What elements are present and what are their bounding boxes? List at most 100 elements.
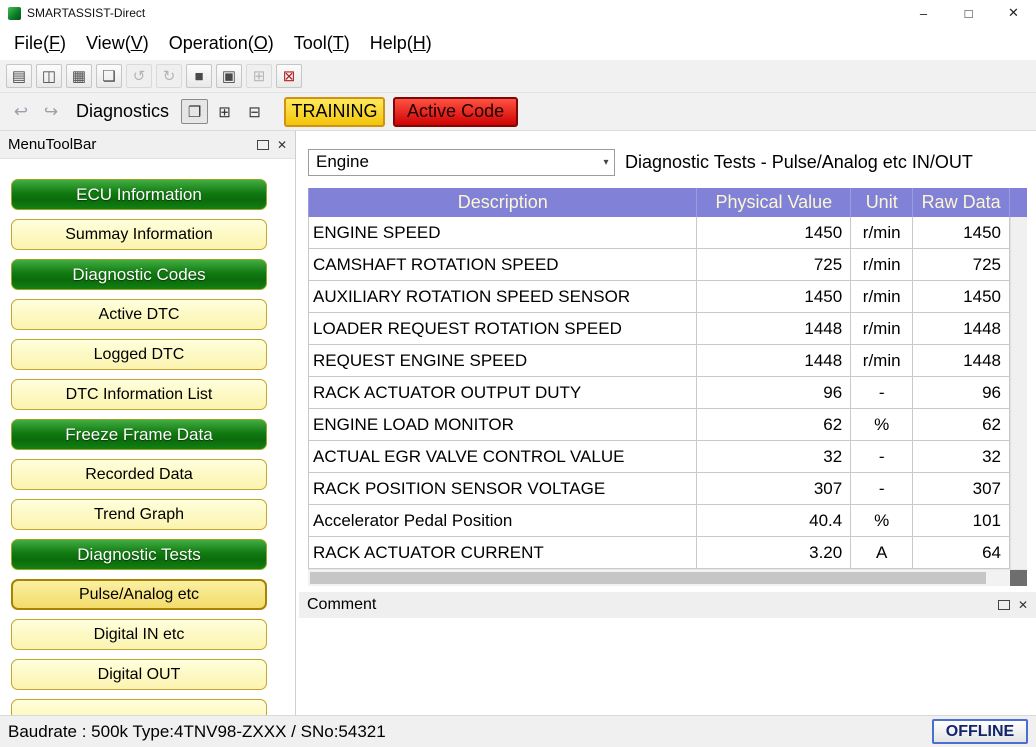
table-row[interactable]: RACK ACTUATOR CURRENT3.20A64 [309,537,1010,569]
status-bar: Baudrate : 500k Type:4TNV98-ZXXX / SNo:5… [0,715,1036,747]
menu-filef[interactable]: File(F) [4,30,76,57]
diagnostics-toolbar: ↩↪ Diagnostics ❐⊞⊟ TRAINING Active Code [0,93,1036,131]
table-row[interactable]: ENGINE LOAD MONITOR62%62 [309,409,1010,441]
vertical-scrollbar[interactable] [1010,217,1027,569]
undo-icon[interactable]: ↺ [126,64,152,88]
unit-cell: % [851,505,913,536]
sidebar-title: MenuToolBar [8,136,96,153]
raw-data-cell: 1448 [913,345,1010,376]
description-cell: LOADER REQUEST ROTATION SPEED [309,313,697,344]
description-cell: CAMSHAFT ROTATION SPEED [309,249,697,280]
system-select[interactable]: Engine ▾ [308,149,615,176]
physical-value-cell: 1448 [697,313,851,344]
raw-data-cell: 1450 [913,217,1010,248]
active-code-button[interactable]: Active Code [393,97,518,127]
close-panel-icon[interactable]: ✕ [277,139,287,151]
print-preview-icon[interactable]: ◫ [36,64,62,88]
unit-cell: % [851,409,913,440]
print-icon[interactable]: ▤ [6,64,32,88]
cascade-windows-button[interactable]: ❐ [181,99,208,124]
unit-cell: - [851,441,913,472]
pin-icon[interactable] [257,140,269,150]
description-cell: ACTUAL EGR VALVE CONTROL VALUE [309,441,697,472]
back-icon[interactable]: ↩ [8,99,34,125]
disconnect-icon[interactable]: ⊠ [276,64,302,88]
header-filler [1010,188,1027,217]
menu-viewv[interactable]: View(V) [76,30,159,57]
raw-data-cell: 96 [913,377,1010,408]
comment-panel-body [299,618,1036,715]
unit-cell: - [851,473,913,504]
table-row[interactable]: ACTUAL EGR VALVE CONTROL VALUE32-32 [309,441,1010,473]
sidebar-item-diagnostic-codes[interactable]: Diagnostic Codes [11,259,267,290]
capture-icon[interactable]: ▣ [216,64,242,88]
table-row[interactable]: REQUEST ENGINE SPEED1448r/min1448 [309,345,1010,377]
horizontal-scrollbar-thumb[interactable] [310,572,986,584]
sidebar-item-ecu-information[interactable]: ECU Information [11,179,267,210]
sidebar-item-freeze-frame-data[interactable]: Freeze Frame Data [11,419,267,450]
physical-value-cell: 32 [697,441,851,472]
physical-value-cell: 725 [697,249,851,280]
description-cell: RACK ACTUATOR CURRENT [309,537,697,568]
copy-icon[interactable]: ❏ [96,64,122,88]
main-toolbar: ▤◫▦❏↺↻■▣⊞⊠ [0,60,1036,93]
horizontal-scrollbar[interactable] [308,569,1027,586]
close-panel-icon[interactable]: ✕ [1018,599,1028,611]
pin-icon[interactable] [998,600,1010,610]
sidebar-item-recorded-data[interactable]: Recorded Data [11,459,267,490]
nav-icons: ↩↪ [8,99,64,125]
column-header-unit: Unit [851,188,913,217]
menu-toolbar-panel: MenuToolBar ✕ ECU Information Summay Info… [0,131,296,715]
sidebar-item-digital-in-etc[interactable]: Digital IN etc [11,619,267,650]
column-header-raw-data: Raw Data [913,188,1010,217]
minimize-button[interactable]: – [901,0,946,26]
raw-data-cell: 1450 [913,281,1010,312]
sidebar-item-digital-out[interactable]: Digital OUT [11,659,267,690]
table-row[interactable]: CAMSHAFT ROTATION SPEED725r/min725 [309,249,1010,281]
comment-header-icons: ✕ [998,599,1028,611]
table-row[interactable]: LOADER REQUEST ROTATION SPEED1448r/min14… [309,313,1010,345]
sidebar-item-diagnostic-tests[interactable]: Diagnostic Tests [11,539,267,570]
sidebar-item-partial[interactable] [11,699,267,715]
status-text: Baudrate : 500k Type:4TNV98-ZXXX / SNo:5… [8,722,386,742]
maximize-button[interactable]: □ [946,0,991,26]
save-icon[interactable]: ▦ [66,64,92,88]
table-row[interactable]: AUXILIARY ROTATION SPEED SENSOR1450r/min… [309,281,1010,313]
new-window-button[interactable]: ⊞ [211,99,238,124]
sidebar-item-dtc-information-list[interactable]: DTC Information List [11,379,267,410]
table-row[interactable]: Accelerator Pedal Position40.4%101 [309,505,1010,537]
physical-value-cell: 62 [697,409,851,440]
menu-helph[interactable]: Help(H) [360,30,442,57]
close-window-button[interactable]: ⊟ [241,99,268,124]
menu-toolt[interactable]: Tool(T) [284,30,360,57]
menu-operationo[interactable]: Operation(O) [159,30,284,57]
redo-icon[interactable]: ↻ [156,64,182,88]
physical-value-cell: 307 [697,473,851,504]
sidebar-menu: ECU Information Summay Information Diagnos… [0,159,295,715]
stop-icon[interactable]: ■ [186,64,212,88]
raw-data-cell: 1448 [913,313,1010,344]
training-button[interactable]: TRAINING [284,97,385,127]
sidebar-item-pulse-analog-etc[interactable]: Pulse/Analog etc [11,579,267,610]
sidebar-item-active-dtc[interactable]: Active DTC [11,299,267,330]
raw-data-cell: 64 [913,537,1010,568]
table-row[interactable]: ENGINE SPEED1450r/min1450 [309,217,1010,249]
table-body: ENGINE SPEED1450r/min1450CAMSHAFT ROTATI… [308,217,1010,569]
chevron-down-icon[interactable]: ▾ [598,157,614,168]
main-area: Engine ▾ Diagnostic Tests - Pulse/Analog… [297,131,1036,715]
unit-cell: r/min [851,345,913,376]
offline-button[interactable]: OFFLINE [932,719,1028,744]
unit-cell: A [851,537,913,568]
close-button[interactable]: ✕ [991,0,1036,26]
description-cell: ENGINE LOAD MONITOR [309,409,697,440]
table-row[interactable]: RACK POSITION SENSOR VOLTAGE307-307 [309,473,1010,505]
forward-icon[interactable]: ↪ [38,99,64,125]
connect-icon[interactable]: ⊞ [246,64,272,88]
table-row[interactable]: RACK ACTUATOR OUTPUT DUTY96-96 [309,377,1010,409]
raw-data-cell: 62 [913,409,1010,440]
sidebar-item-trend-graph[interactable]: Trend Graph [11,499,267,530]
raw-data-cell: 32 [913,441,1010,472]
sidebar-item-logged-dtc[interactable]: Logged DTC [11,339,267,370]
system-select-value: Engine [316,152,369,172]
sidebar-item-summay-information[interactable]: Summay Information [11,219,267,250]
